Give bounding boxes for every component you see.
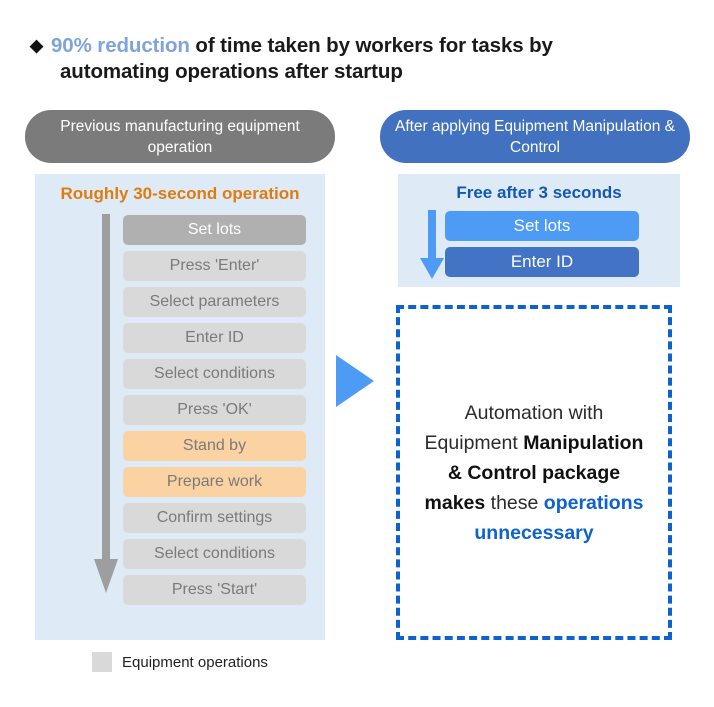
step-item[interactable]: Select conditions [123,539,306,569]
down-arrow-icon [94,214,118,593]
step-item[interactable]: Enter ID [445,247,639,277]
equipment-operations-swatch [92,652,112,672]
step-item[interactable]: Confirm settings [123,503,306,533]
automation-callout-box: Automation with Equipment Manipulation &… [396,305,672,640]
legend-label: Equipment operations [122,653,268,671]
column-header-after: After applying Equipment Manipulation & … [380,110,690,163]
step-item[interactable]: Press 'OK' [123,395,306,425]
right-panel-title: Free after 3 seconds [456,183,622,202]
callout-part-3: these [485,491,544,514]
previous-operation-panel: Roughly 30-second operation Set lots Pre… [35,174,325,640]
step-item[interactable]: Set lots [445,211,639,241]
step-item[interactable]: Set lots [123,215,306,245]
step-item[interactable]: Select conditions [123,359,306,389]
diamond-bullet-icon: ◆ [30,36,43,55]
heading-line-2: automating operations after startup [60,60,403,83]
down-arrow-icon [420,210,444,279]
left-panel-title: Roughly 30-second operation [60,184,300,203]
step-item[interactable]: Press 'Start' [123,575,306,605]
heading-line-1: ◆ 90% reduction of time taken by workers … [30,33,680,85]
step-item[interactable]: Enter ID [123,323,306,353]
step-item[interactable]: Stand by [123,431,306,461]
previous-steps-list: Set lots Press 'Enter' Select parameters… [123,215,306,611]
legend: Equipment operations [92,652,268,672]
step-item[interactable]: Select parameters [123,287,306,317]
right-triangle-arrow-icon [336,355,374,407]
page-heading: ◆ 90% reduction of time taken by workers … [30,33,680,85]
callout-text: Automation with Equipment Manipulation &… [418,398,650,548]
heading-rest-text: of time taken by workers for tasks by [189,34,553,57]
after-operation-panel: Free after 3 seconds Set lots Enter ID [398,174,680,287]
heading-accent-text: 90% reduction [50,34,190,57]
after-steps-list: Set lots Enter ID [445,211,639,283]
column-header-previous: Previous manufacturing equipment operati… [25,110,335,163]
step-item[interactable]: Prepare work [123,467,306,497]
step-item[interactable]: Press 'Enter' [123,251,306,281]
